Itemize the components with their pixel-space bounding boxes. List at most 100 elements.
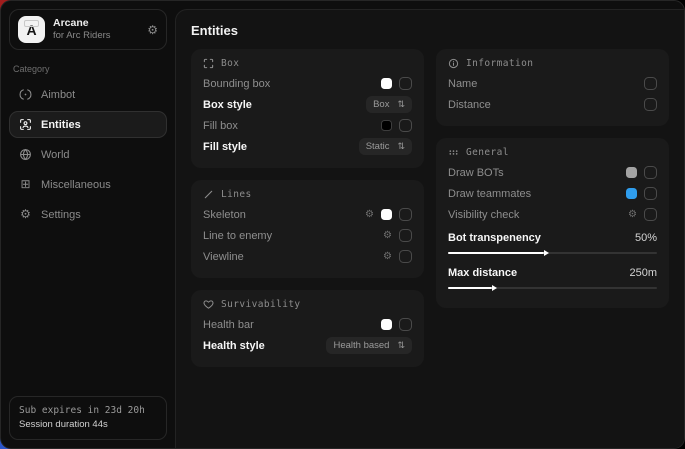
box-card-header: Box	[203, 58, 412, 69]
setting-row-draw-teammates: Draw teammates	[448, 183, 657, 204]
subscription-card: Sub expires in 23d 20h Session duration …	[9, 396, 167, 441]
setting-label: Box style	[203, 99, 366, 111]
max-distance-slider[interactable]	[448, 287, 657, 289]
setting-row-health-bar: Health bar	[203, 314, 412, 335]
globe-icon	[19, 148, 32, 161]
general-card-header: General	[448, 147, 657, 158]
sidebar-nav: Aimbot Entities World	[9, 81, 167, 228]
person-scan-icon	[19, 118, 32, 131]
settings-gear-icon[interactable]: ⚙	[147, 24, 158, 36]
fill-style-dropdown[interactable]: Static ⇅	[359, 138, 412, 155]
checkbox[interactable]	[644, 208, 657, 221]
setting-label: Fill style	[203, 141, 359, 153]
box-style-dropdown[interactable]: Box ⇅	[366, 96, 412, 113]
brand-text: Arcane for Arc Riders	[53, 17, 139, 42]
setting-label: Bot transpenency	[448, 232, 635, 244]
setting-label: Visibility check	[448, 209, 628, 221]
setting-row-line-to-enemy: Line to enemy ⚙	[203, 225, 412, 246]
setting-row-viewline: Viewline ⚙	[203, 246, 412, 267]
subscription-expiry: Sub expires in 23d 20h	[19, 404, 157, 418]
checkbox[interactable]	[399, 208, 412, 221]
slider-fill[interactable]	[448, 287, 492, 289]
setting-row-fill-box: Fill box	[203, 115, 412, 136]
lines-card-header: Lines	[203, 189, 412, 200]
crosshair-icon	[19, 88, 32, 101]
grid-icon: ⊞	[19, 178, 32, 191]
main-panel: Entities Box Bounding box	[175, 9, 684, 448]
setting-row-visibility-check: Visibility check ⚙	[448, 204, 657, 225]
setting-row-fill-style: Fill style Static ⇅	[203, 136, 412, 157]
section-title: Box	[221, 58, 239, 69]
checkbox[interactable]	[644, 98, 657, 111]
setting-row-draw-bots: Draw BOTs	[448, 162, 657, 183]
checkbox[interactable]	[399, 119, 412, 132]
setting-label: Draw BOTs	[448, 167, 626, 179]
gear-icon[interactable]: ⚙	[628, 210, 637, 220]
setting-label: Viewline	[203, 251, 383, 263]
chevron-updown-icon: ⇅	[397, 100, 405, 109]
brand-card: A Arcane for Arc Riders ⚙	[9, 9, 167, 50]
checkbox[interactable]	[644, 77, 657, 90]
slider-fill[interactable]	[448, 252, 544, 254]
dropdown-value: Health based	[333, 340, 389, 351]
setting-row-health-style: Health style Health based ⇅	[203, 335, 412, 356]
dropdown-value: Static	[366, 141, 390, 152]
setting-row-bot-transparency: Bot transpenency 50%	[448, 227, 657, 248]
section-title: Information	[466, 58, 533, 69]
checkbox[interactable]	[399, 77, 412, 90]
survivability-card: Survivability Health bar Health style He…	[191, 290, 424, 367]
box-card: Box Bounding box Box style Box ⇅	[191, 49, 424, 168]
category-label: Category	[13, 64, 163, 74]
color-swatch[interactable]	[381, 209, 392, 220]
sidebar-item-label: World	[41, 149, 70, 161]
bot-transparency-slider[interactable]	[448, 252, 657, 254]
setting-label: Health style	[203, 340, 326, 352]
survivability-card-header: Survivability	[203, 299, 412, 310]
setting-row-bounding-box: Bounding box	[203, 73, 412, 94]
sidebar-item-label: Aimbot	[41, 89, 75, 101]
color-swatch[interactable]	[626, 188, 637, 199]
setting-label: Health bar	[203, 319, 381, 331]
sidebar-item-entities[interactable]: Entities	[9, 111, 167, 138]
info-icon	[448, 58, 459, 69]
gear-icon: ⚙	[19, 208, 32, 221]
settings-columns: Box Bounding box Box style Box ⇅	[176, 45, 684, 371]
gear-icon[interactable]: ⚙	[383, 231, 392, 241]
sidebar-item-settings[interactable]: ⚙ Settings	[9, 201, 167, 228]
color-swatch[interactable]	[381, 319, 392, 330]
setting-row-box-style: Box style Box ⇅	[203, 94, 412, 115]
app-name: Arcane	[53, 17, 139, 30]
section-title: Survivability	[221, 299, 301, 310]
slider-value: 50%	[635, 232, 657, 244]
sidebar-item-world[interactable]: World	[9, 141, 167, 168]
checkbox[interactable]	[644, 166, 657, 179]
setting-row-skeleton: Skeleton ⚙	[203, 204, 412, 225]
setting-label: Draw teammates	[448, 188, 626, 200]
app-logo-letter: A	[26, 22, 36, 38]
corner-brackets-icon	[203, 58, 214, 69]
sidebar-item-miscellaneous[interactable]: ⊞ Miscellaneous	[9, 171, 167, 198]
checkbox[interactable]	[399, 250, 412, 263]
gear-icon[interactable]: ⚙	[383, 252, 392, 262]
sidebar-item-label: Entities	[41, 119, 81, 131]
color-swatch[interactable]	[626, 167, 637, 178]
general-card: General Draw BOTs Draw teammates Visibil…	[436, 138, 669, 308]
checkbox[interactable]	[644, 187, 657, 200]
information-card: Information Name Distance	[436, 49, 669, 126]
sidebar-item-aimbot[interactable]: Aimbot	[9, 81, 167, 108]
diagonal-line-icon	[203, 189, 214, 200]
health-style-dropdown[interactable]: Health based ⇅	[326, 337, 412, 354]
checkbox[interactable]	[399, 229, 412, 242]
color-swatch[interactable]	[381, 78, 392, 89]
heart-icon	[203, 299, 214, 310]
setting-label: Skeleton	[203, 209, 365, 221]
sidebar-item-label: Miscellaneous	[41, 179, 111, 191]
section-title: Lines	[221, 189, 252, 200]
session-duration: Session duration 44s	[19, 418, 157, 432]
gear-icon[interactable]: ⚙	[365, 210, 374, 220]
right-column: Information Name Distance	[436, 49, 669, 308]
checkbox[interactable]	[399, 318, 412, 331]
color-swatch[interactable]	[381, 120, 392, 131]
setting-label: Bounding box	[203, 78, 381, 90]
left-column: Box Bounding box Box style Box ⇅	[191, 49, 424, 367]
